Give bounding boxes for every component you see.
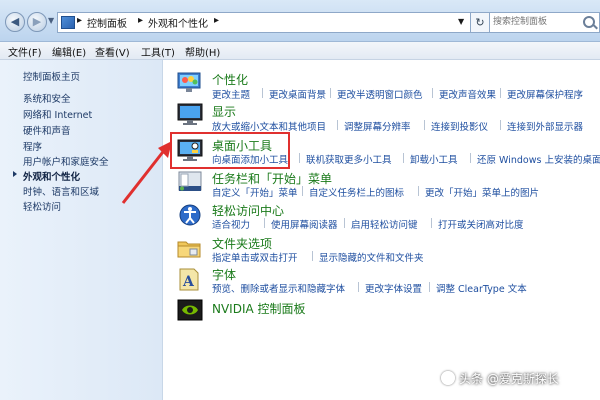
display-icon[interactable] bbox=[176, 102, 204, 126]
link-optimize-visual-display[interactable]: 适合视力 bbox=[212, 217, 250, 231]
link-get-more-gadgets-online[interactable]: 联机获取更多小工具 bbox=[306, 152, 392, 166]
taskbar-icon[interactable] bbox=[176, 170, 204, 194]
menu-help[interactable]: 帮助(H) bbox=[185, 44, 220, 59]
link-separator bbox=[470, 153, 471, 163]
search-box[interactable] bbox=[489, 12, 600, 33]
sidebar-item-network-internet[interactable]: 网络和 Internet bbox=[23, 107, 92, 121]
link-separator bbox=[429, 282, 430, 292]
link-turn-on-easy-access-keys[interactable]: 启用轻松访问键 bbox=[351, 217, 418, 231]
watermark-text: 头条 @爱克斯探长 bbox=[459, 372, 559, 386]
annotation-arrow-icon bbox=[121, 141, 172, 204]
sidebar-item-programs[interactable]: 程序 bbox=[23, 139, 42, 153]
link-separator bbox=[344, 218, 345, 228]
link-preview-delete-fonts[interactable]: 预览、删除或者显示和隐藏字体 bbox=[212, 281, 345, 295]
link-show-hidden-files[interactable]: 显示隐藏的文件和文件夹 bbox=[319, 250, 424, 264]
link-change-text-size[interactable]: 放大或缩小文本和其他项目 bbox=[212, 119, 326, 133]
recent-pages-dropdown-icon[interactable]: ▼ bbox=[48, 16, 54, 25]
link-separator bbox=[330, 88, 331, 98]
current-page-bullet-icon bbox=[13, 171, 17, 177]
forward-arrow-icon[interactable]: ▶ bbox=[27, 12, 47, 32]
link-change-start-menu-picture[interactable]: 更改「开始」菜单上的图片 bbox=[425, 185, 539, 199]
address-dropdown-icon[interactable]: ▼ bbox=[458, 17, 464, 26]
link-separator bbox=[500, 88, 501, 98]
link-separator bbox=[500, 120, 501, 130]
sidebar-item-system-security[interactable]: 系统和安全 bbox=[23, 91, 71, 105]
link-separator bbox=[262, 88, 263, 98]
folder-options-icon[interactable] bbox=[176, 236, 204, 260]
category-title-personalization[interactable]: 个性化 bbox=[212, 71, 248, 88]
personalization-icon[interactable] bbox=[176, 70, 204, 94]
highlight-box bbox=[170, 132, 290, 169]
link-connect-external-display[interactable]: 连接到外部显示器 bbox=[507, 119, 583, 133]
sidebar-item-appearance-current[interactable]: 外观和个性化 bbox=[23, 169, 80, 183]
link-separator bbox=[424, 120, 425, 130]
category-title-nvidia[interactable]: NVIDIA 控制面板 bbox=[212, 300, 306, 317]
menu-edit[interactable]: 编辑(E) bbox=[52, 44, 86, 59]
link-turn-high-contrast-on-off[interactable]: 打开或关闭高对比度 bbox=[438, 217, 524, 231]
sidebar-item-user-accounts[interactable]: 用户帐户和家庭安全 bbox=[23, 154, 109, 168]
search-input[interactable] bbox=[493, 14, 581, 29]
fonts-icon[interactable]: A bbox=[176, 267, 204, 291]
breadcrumb-separator-icon[interactable]: ▸ bbox=[214, 15, 219, 26]
link-separator bbox=[264, 218, 265, 228]
sidebar-item-ease-of-access[interactable]: 轻松访问 bbox=[23, 199, 61, 213]
link-separator bbox=[418, 186, 419, 196]
watermark-logo-icon bbox=[441, 371, 455, 385]
link-separator bbox=[302, 186, 303, 196]
sidebar-item-control-panel-home[interactable]: 控制面板主页 bbox=[23, 69, 80, 83]
menu-file[interactable]: 文件(F) bbox=[8, 44, 42, 59]
link-use-screen-reader[interactable]: 使用屏幕阅读器 bbox=[271, 217, 338, 231]
menu-view[interactable]: 查看(V) bbox=[95, 44, 130, 59]
link-separator bbox=[299, 153, 300, 163]
address-toolbar: ◀ ▶ ▼ ▸ 控制面板 ▸ 外观和个性化 ▸ ▼ ↻ bbox=[0, 0, 600, 42]
link-uninstall-gadget[interactable]: 卸载小工具 bbox=[410, 152, 458, 166]
address-bar[interactable]: ▸ 控制面板 ▸ 外观和个性化 ▸ ▼ bbox=[57, 12, 471, 33]
link-separator bbox=[358, 282, 359, 292]
link-change-font-settings[interactable]: 更改字体设置 bbox=[365, 281, 422, 295]
link-adjust-cleartype-text[interactable]: 调整 ClearType 文本 bbox=[436, 281, 527, 295]
link-change-desktop-background[interactable]: 更改桌面背景 bbox=[269, 87, 326, 101]
search-icon[interactable] bbox=[583, 16, 595, 28]
breadcrumb-separator-icon[interactable]: ▸ bbox=[77, 15, 82, 26]
breadcrumb-separator-icon[interactable]: ▸ bbox=[138, 15, 143, 26]
menu-bar: 文件(F) 编辑(E) 查看(V) 工具(T) 帮助(H) bbox=[0, 42, 600, 60]
menu-tools[interactable]: 工具(T) bbox=[141, 44, 175, 59]
refresh-icon[interactable]: ↻ bbox=[470, 12, 490, 33]
link-separator bbox=[403, 153, 404, 163]
link-single-or-double-click[interactable]: 指定单击或双击打开 bbox=[212, 250, 298, 264]
control-panel-icon bbox=[61, 16, 75, 29]
svg-text:A: A bbox=[182, 274, 195, 290]
link-connect-projector[interactable]: 连接到投影仪 bbox=[431, 119, 488, 133]
link-separator bbox=[432, 88, 433, 98]
link-restore-gadgets[interactable]: 还原 Windows 上安装的桌面小工具 bbox=[477, 152, 600, 166]
link-customize-start-menu[interactable]: 自定义「开始」菜单 bbox=[212, 185, 298, 199]
nvidia-icon[interactable] bbox=[176, 298, 204, 322]
link-change-theme[interactable]: 更改主题 bbox=[212, 87, 250, 101]
link-separator bbox=[337, 120, 338, 130]
link-change-window-color[interactable]: 更改半透明窗口颜色 bbox=[337, 87, 423, 101]
sidebar-item-hardware-sound[interactable]: 硬件和声音 bbox=[23, 123, 71, 137]
link-separator bbox=[431, 218, 432, 228]
category-title-display[interactable]: 显示 bbox=[212, 103, 236, 120]
link-separator bbox=[312, 251, 313, 261]
breadcrumb-appearance[interactable]: 外观和个性化 bbox=[148, 15, 208, 30]
link-change-sound-effects[interactable]: 更改声音效果 bbox=[439, 87, 496, 101]
link-adjust-resolution[interactable]: 调整屏幕分辨率 bbox=[344, 119, 411, 133]
link-change-screen-saver[interactable]: 更改屏幕保护程序 bbox=[507, 87, 583, 101]
ease-of-access-icon[interactable] bbox=[176, 203, 204, 227]
sidebar-item-clock-language[interactable]: 时钟、语言和区域 bbox=[23, 184, 99, 198]
link-customize-taskbar-icons[interactable]: 自定义任务栏上的图标 bbox=[309, 185, 404, 199]
back-arrow-icon[interactable]: ◀ bbox=[5, 12, 25, 32]
breadcrumb-control-panel[interactable]: 控制面板 bbox=[87, 15, 127, 30]
